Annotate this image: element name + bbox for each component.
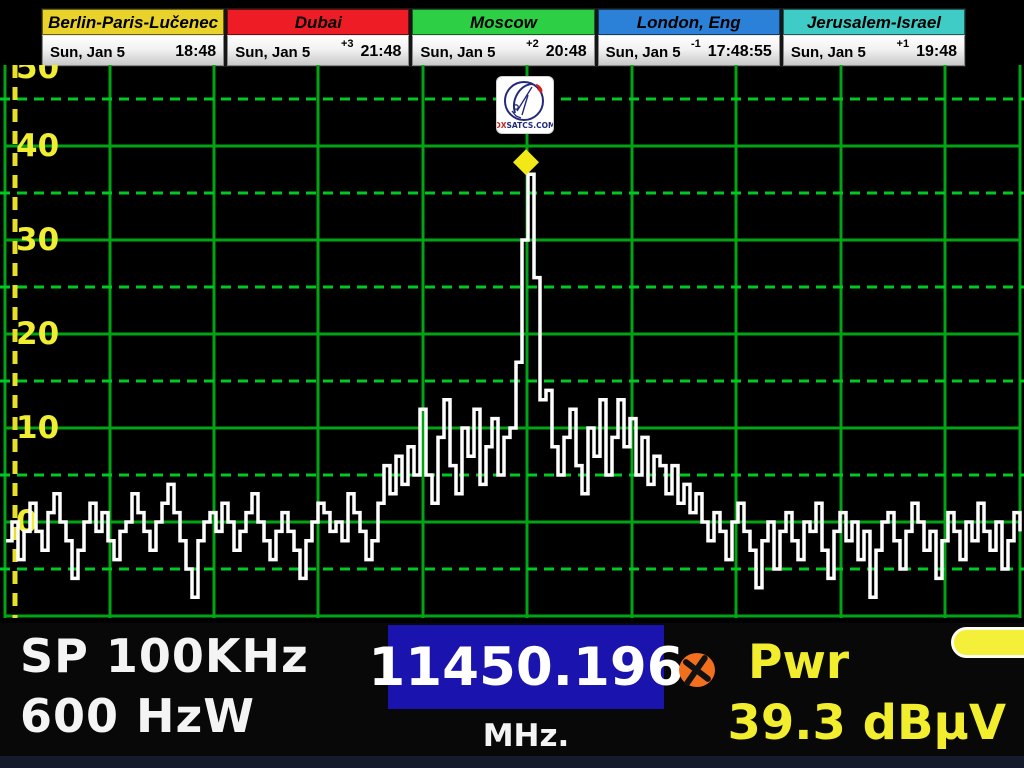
clock-utc-offset: -1 <box>691 38 708 50</box>
clock-city-label: Moscow <box>412 9 594 35</box>
readout-panel: SP 100KHz 600 HzW 11450.196 MHz. Pwr 39.… <box>0 623 1024 756</box>
clock-utc-offset: +1 <box>897 38 917 50</box>
clock-time: 20:48 <box>546 43 587 61</box>
world-clock-bar: Berlin-Paris-Lučenec Sun, Jan 5 18:48 Du… <box>41 8 966 67</box>
clock-moscow: Moscow Sun, Jan 5 +2 20:48 <box>412 9 597 66</box>
clock-date: Sun, Jan 5 <box>50 44 125 61</box>
svg-text:10: 10 <box>16 410 59 446</box>
clock-time: 21:48 <box>360 43 401 61</box>
clock-utc-offset: +2 <box>526 38 546 50</box>
clock-utc-offset: +3 <box>341 38 361 50</box>
menu-pill-button[interactable] <box>951 627 1024 658</box>
clock-date: Sun, Jan 5 <box>420 44 495 61</box>
clock-time-row: Sun, Jan 5 +2 20:48 <box>412 35 594 66</box>
clock-time: 17:48:55 <box>708 43 772 61</box>
dxsatcs-logo: DXSATCS.COM <box>497 77 553 133</box>
clock-city-label: London, Eng <box>598 9 780 35</box>
svg-text:40: 40 <box>16 128 59 164</box>
clock-jerusalem: Jerusalem-Israel Sun, Jan 5 +1 19:48 <box>783 9 965 66</box>
svg-text:20: 20 <box>16 316 59 352</box>
clock-time-row: Sun, Jan 5 18:48 <box>42 35 224 66</box>
clock-date: Sun, Jan 5 <box>235 44 310 61</box>
svg-text:DXSATCS.COM: DXSATCS.COM <box>497 121 553 130</box>
cancel-icon[interactable] <box>678 652 716 690</box>
bottom-edge-strip <box>0 756 1024 768</box>
clock-date: Sun, Jan 5 <box>791 44 866 61</box>
frequency-value: 11450.196 <box>368 637 683 698</box>
clock-time-row: Sun, Jan 5 +1 19:48 <box>783 35 965 66</box>
frequency-unit-label: MHz. <box>388 718 664 754</box>
clock-dubai: Dubai Sun, Jan 5 +3 21:48 <box>227 9 412 66</box>
span-readout: SP 100KHz <box>20 629 309 683</box>
svg-text:50: 50 <box>16 65 59 86</box>
clock-time: 19:48 <box>916 43 957 61</box>
spectrum-analyzer-screen: { "world_clocks": [ {"name": "Berlin-Par… <box>0 0 1024 768</box>
clock-time: 18:48 <box>175 43 216 61</box>
spectrum-trace-svg: 50403020100 <box>0 65 1024 623</box>
satellite-dish-icon: DXSATCS.COM <box>497 77 553 133</box>
clock-date: Sun, Jan 5 <box>606 44 681 61</box>
clock-london: London, Eng Sun, Jan 5 -1 17:48:55 <box>598 9 783 66</box>
frequency-display[interactable]: 11450.196 <box>388 625 664 709</box>
clock-city-label: Dubai <box>227 9 409 35</box>
peak-marker-diamond <box>513 149 539 175</box>
power-label: Pwr <box>748 635 849 690</box>
filter-bandwidth-readout: 600 HzW <box>20 689 255 743</box>
power-value: 39.3 dBµV <box>727 695 1006 751</box>
clock-city-label: Berlin-Paris-Lučenec <box>42 9 224 35</box>
svg-text:30: 30 <box>16 222 59 258</box>
clock-berlin-paris-lucenec: Berlin-Paris-Lučenec Sun, Jan 5 18:48 <box>42 9 227 66</box>
clock-time-row: Sun, Jan 5 +3 21:48 <box>227 35 409 66</box>
clock-city-label: Jerusalem-Israel <box>783 9 965 35</box>
clock-time-row: Sun, Jan 5 -1 17:48:55 <box>598 35 780 66</box>
spectrum-plot: 50403020100 <box>0 65 1024 623</box>
